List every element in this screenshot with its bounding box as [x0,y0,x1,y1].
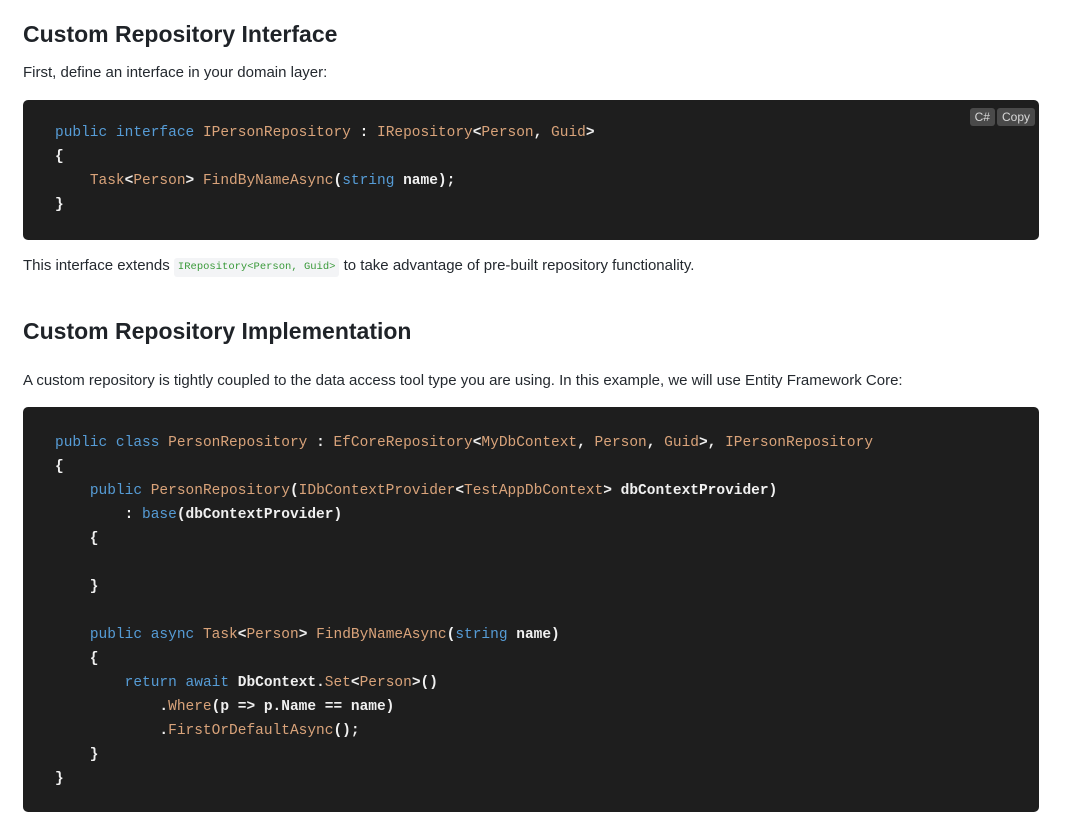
inline-code: IRepository<Person, Guid> [173,258,340,277]
code-text: public class PersonRepository : EfCoreRe… [55,435,874,787]
code-toolbar: C# Copy [969,108,1035,126]
section-title-implementation: Custom Repository Implementation [23,318,412,344]
intro-implementation: A custom repository is tightly coupled t… [23,372,903,389]
language-badge: C# [969,108,995,126]
article: Custom Repository Interface First, defin… [0,0,1072,812]
code-block-implementation: public class PersonRepository : EfCoreRe… [23,407,1039,812]
section-title-interface: Custom Repository Interface [23,21,338,47]
code-text: public interface IPersonRepository : IRe… [55,125,595,213]
paragraph-interface-extends: This interface extends IRepository<Perso… [23,256,1039,277]
code-block-interface: C# Copy public interface IPersonReposito… [23,100,1039,240]
copy-button[interactable]: Copy [996,108,1035,126]
intro-interface: First, define an interface in your domai… [23,64,328,81]
